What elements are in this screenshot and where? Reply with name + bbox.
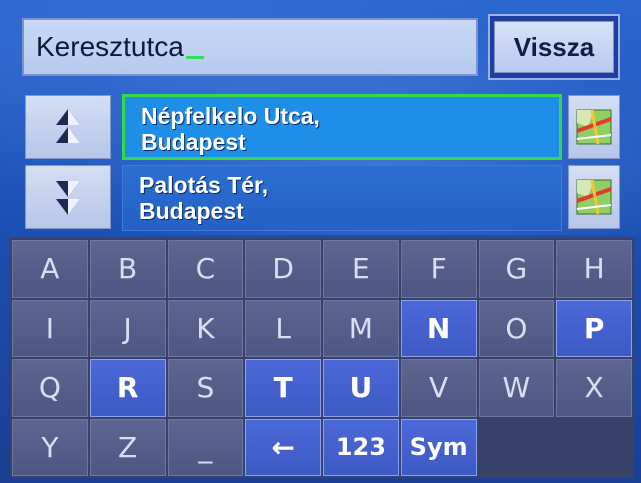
key-n[interactable]: N	[400, 299, 477, 357]
double-down-arrow-icon	[56, 181, 80, 215]
key-p[interactable]: P	[556, 299, 632, 357]
key-g[interactable]: G	[478, 240, 555, 298]
keyboard-blank	[556, 418, 632, 476]
result-row-1[interactable]: Népfelkelo Utca, Budapest	[122, 94, 562, 160]
key-q[interactable]: Q	[12, 359, 88, 417]
key-l[interactable]: L	[245, 299, 321, 357]
search-input[interactable]: Keresztutca	[22, 18, 478, 76]
show-on-map-button-2[interactable]	[568, 165, 620, 229]
key-m[interactable]: M	[323, 299, 399, 357]
key-b[interactable]: B	[89, 240, 166, 298]
key-i[interactable]: I	[12, 299, 88, 357]
key-z[interactable]: Z	[89, 418, 166, 476]
key-f[interactable]: F	[400, 240, 477, 298]
text-cursor	[185, 55, 204, 59]
key-y[interactable]: Y	[12, 418, 88, 476]
key-d[interactable]: D	[245, 240, 321, 298]
scroll-down-button[interactable]	[25, 165, 111, 229]
backspace-key[interactable]: ←	[245, 418, 321, 476]
space-key[interactable]: _	[167, 418, 244, 476]
numbers-key[interactable]: 123	[323, 418, 399, 476]
double-up-arrow-icon	[56, 109, 80, 143]
key-s[interactable]: S	[167, 359, 244, 417]
show-on-map-button-1[interactable]	[568, 95, 620, 159]
scroll-up-button[interactable]	[25, 95, 111, 159]
map-icon	[576, 179, 612, 215]
key-j[interactable]: J	[89, 299, 166, 357]
map-icon	[576, 109, 612, 145]
key-e[interactable]: E	[323, 240, 399, 298]
on-screen-keyboard: A B C D E F G H I J K L M N O P Q R S T U V W X Y Z _ ← 123 Sym	[10, 238, 634, 478]
key-w[interactable]: W	[478, 359, 555, 417]
key-v[interactable]: V	[400, 359, 477, 417]
key-c[interactable]: C	[167, 240, 244, 298]
back-button[interactable]: Vissza	[488, 14, 620, 80]
result-city: Budapest	[139, 198, 244, 224]
result-row-2[interactable]: Palotás Tér, Budapest	[122, 165, 562, 231]
key-t[interactable]: T	[245, 359, 321, 417]
search-input-text: Keresztutca	[36, 31, 184, 62]
result-street: Népfelkelo Utca,	[141, 103, 320, 129]
key-h[interactable]: H	[556, 240, 632, 298]
key-o[interactable]: O	[478, 299, 555, 357]
key-k[interactable]: K	[167, 299, 244, 357]
key-r[interactable]: R	[89, 359, 166, 417]
symbols-key[interactable]: Sym	[400, 418, 477, 476]
key-a[interactable]: A	[12, 240, 88, 298]
result-street: Palotás Tér,	[139, 172, 269, 198]
result-city: Budapest	[141, 129, 246, 155]
back-button-label: Vissza	[494, 21, 614, 73]
key-x[interactable]: X	[556, 359, 632, 417]
keyboard-blank	[478, 418, 555, 476]
key-u[interactable]: U	[323, 359, 399, 417]
